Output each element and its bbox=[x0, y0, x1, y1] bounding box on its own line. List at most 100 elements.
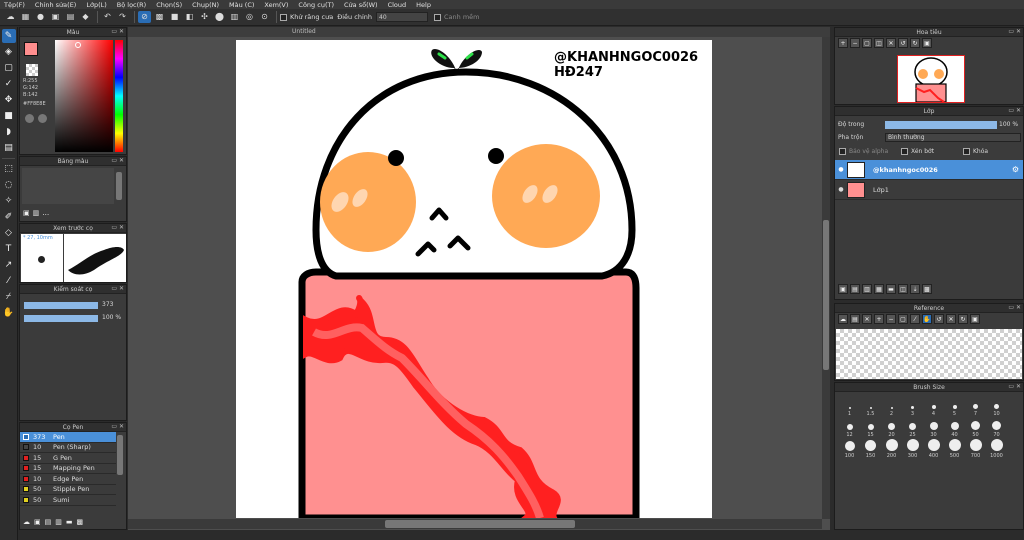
check-tool-icon[interactable]: ✓ bbox=[2, 77, 16, 91]
fit-icon[interactable]: ▢ bbox=[898, 314, 908, 324]
brush-size-option[interactable]: 100 bbox=[839, 438, 860, 459]
menu-cloud[interactable]: Cloud bbox=[384, 1, 413, 9]
reset-icon[interactable]: ▣ bbox=[970, 314, 980, 324]
layer-row[interactable]: ● @khanhngoc0026 ⚙ bbox=[835, 160, 1023, 180]
invert-icon[interactable]: ■ bbox=[168, 11, 181, 23]
lasso-tool-icon[interactable]: ◌ bbox=[2, 178, 16, 192]
reset-rotation-icon[interactable]: ▣ bbox=[922, 38, 932, 48]
zoom-in-icon[interactable]: + bbox=[838, 38, 848, 48]
rotate-right-icon[interactable]: ↻ bbox=[910, 38, 920, 48]
vertical-scroll-thumb[interactable] bbox=[823, 220, 829, 370]
menu-layer[interactable]: Lớp(L) bbox=[82, 1, 112, 9]
snap-checkbox[interactable] bbox=[434, 13, 441, 21]
cloud-upload-icon[interactable]: ☁ bbox=[23, 518, 30, 526]
menu-help[interactable]: Help bbox=[412, 1, 437, 9]
zoom-out-icon[interactable]: − bbox=[850, 38, 860, 48]
brush-size-slider[interactable] bbox=[24, 302, 98, 309]
protect-alpha-checkbox[interactable] bbox=[839, 148, 846, 155]
brush-size-option[interactable]: 40 bbox=[944, 417, 965, 438]
delete-brush-icon[interactable]: ▩ bbox=[77, 518, 84, 526]
rotate-left-icon[interactable]: ↺ bbox=[934, 314, 944, 324]
hue-slider[interactable] bbox=[115, 40, 123, 152]
color-picker-handle[interactable] bbox=[75, 42, 81, 48]
brush-size-option[interactable]: 1.5 bbox=[860, 396, 881, 417]
lock-checkbox[interactable] bbox=[963, 148, 970, 155]
panel-close-icon[interactable]: ▭ ✕ bbox=[111, 224, 124, 231]
clipping-option[interactable]: Xén bớt bbox=[901, 148, 934, 155]
brush-size-option[interactable]: 200 bbox=[881, 438, 902, 459]
snap-grid-icon[interactable]: ▥ bbox=[228, 11, 241, 23]
panel-close-icon[interactable]: ▭ ✕ bbox=[111, 285, 124, 292]
brush-size-option[interactable]: 5 bbox=[944, 396, 965, 417]
transparent-color-swatch[interactable] bbox=[26, 64, 38, 76]
snap-off-icon[interactable]: ⬤ bbox=[213, 11, 226, 23]
brush-size-option[interactable]: 12 bbox=[839, 417, 860, 438]
protect-alpha-option[interactable]: Bảo vệ alpha bbox=[839, 148, 888, 155]
brush-size-option[interactable]: 4 bbox=[923, 396, 944, 417]
hand-tool-icon[interactable]: ✋ bbox=[2, 306, 16, 320]
brush-size-option[interactable]: 15 bbox=[860, 417, 881, 438]
panel-close-icon[interactable]: ▭ ✕ bbox=[111, 423, 124, 430]
list-item[interactable]: 10 Pen (Sharp) bbox=[20, 443, 116, 453]
clipping-checkbox[interactable] bbox=[901, 148, 908, 155]
share-icon[interactable]: ◆ bbox=[79, 11, 92, 23]
brush-size-option[interactable]: 150 bbox=[860, 438, 881, 459]
layer-row[interactable]: ● Lớp1 bbox=[835, 180, 1023, 200]
open-image-icon[interactable]: ▤ bbox=[850, 314, 860, 324]
snap-radial-icon[interactable]: ◎ bbox=[243, 11, 256, 23]
brush-size-option[interactable]: 20 bbox=[881, 417, 902, 438]
brush-size-option[interactable]: 70 bbox=[986, 417, 1007, 438]
saturation-value-picker[interactable] bbox=[55, 40, 113, 152]
select-all-icon[interactable]: ▩ bbox=[153, 11, 166, 23]
merge-down-icon[interactable]: ⇣ bbox=[910, 284, 920, 294]
save-icon[interactable]: ▣ bbox=[49, 11, 62, 23]
add-brush-icon[interactable]: ▣ bbox=[34, 518, 41, 526]
list-item[interactable]: 373 Pen bbox=[20, 432, 116, 443]
operation-tool-icon[interactable]: ↗ bbox=[2, 258, 16, 272]
brush-size-option[interactable]: 300 bbox=[902, 438, 923, 459]
close-icon[interactable]: ✕ bbox=[862, 314, 872, 324]
delete-color-icon[interactable]: ▥ bbox=[33, 209, 40, 217]
brush-size-option[interactable]: 2 bbox=[881, 396, 902, 417]
color-mode-icon[interactable] bbox=[38, 114, 47, 123]
select-eraser-tool-icon[interactable]: ◇ bbox=[2, 226, 16, 240]
flip-icon[interactable]: ◧ bbox=[183, 11, 196, 23]
eyedropper-tool-icon[interactable]: ⁄ bbox=[2, 274, 16, 288]
brush-size-option[interactable]: 7 bbox=[965, 396, 986, 417]
menu-view[interactable]: Xem(V) bbox=[260, 1, 294, 9]
menu-file[interactable]: Tệp(F) bbox=[0, 1, 31, 9]
folder-icon[interactable]: ▬ bbox=[66, 518, 73, 526]
menu-tools[interactable]: Công cụ(T) bbox=[294, 1, 340, 9]
palette-scrollbar[interactable] bbox=[116, 172, 122, 200]
menu-select[interactable]: Chọn(S) bbox=[152, 1, 188, 9]
list-item[interactable]: 50 Stipple Pen bbox=[20, 485, 116, 495]
panel-close-icon[interactable]: ▭ ✕ bbox=[1008, 107, 1021, 114]
eye-icon[interactable]: ● bbox=[835, 166, 847, 173]
brush-size-option[interactable]: 50 bbox=[965, 417, 986, 438]
list-item[interactable]: 50 Sumi bbox=[20, 495, 116, 506]
fill-rect-tool-icon[interactable]: ■ bbox=[2, 109, 16, 123]
move-tool-icon[interactable]: ✥ bbox=[2, 93, 16, 107]
hand-icon[interactable]: ✋ bbox=[922, 314, 932, 324]
rotate-right-icon[interactable]: ↻ bbox=[958, 314, 968, 324]
copy-brush-icon[interactable]: ▥ bbox=[55, 518, 62, 526]
duplicate-layer-icon[interactable]: ◫ bbox=[898, 284, 908, 294]
brush-size-option[interactable]: 1000 bbox=[986, 438, 1007, 459]
chat-icon[interactable]: ● bbox=[34, 11, 47, 23]
brush-size-option[interactable]: 500 bbox=[944, 438, 965, 459]
eraser-tool-icon[interactable]: ◈ bbox=[2, 45, 16, 59]
menu-capture[interactable]: Chụp(N) bbox=[188, 1, 225, 9]
color-wheel-icon[interactable] bbox=[25, 114, 34, 123]
layer-opacity-slider[interactable] bbox=[885, 121, 997, 129]
eye-icon[interactable]: ● bbox=[835, 186, 847, 193]
reference-image-area[interactable] bbox=[836, 329, 1022, 379]
list-item[interactable]: 15 G Pen bbox=[20, 453, 116, 464]
brush-tool-icon[interactable]: ✎ bbox=[1, 29, 16, 43]
snap-circle-icon[interactable]: ⊙ bbox=[258, 11, 271, 23]
list-item[interactable]: 10 Edge Pen bbox=[20, 474, 116, 485]
adjust-dropdown[interactable]: 40 bbox=[376, 12, 428, 22]
blend-mode-dropdown[interactable]: Bình thường bbox=[885, 133, 1021, 142]
brush-opacity-slider[interactable] bbox=[24, 315, 98, 322]
cloud-icon[interactable]: ☁ bbox=[838, 314, 848, 324]
brush-size-option[interactable]: 3 bbox=[902, 396, 923, 417]
